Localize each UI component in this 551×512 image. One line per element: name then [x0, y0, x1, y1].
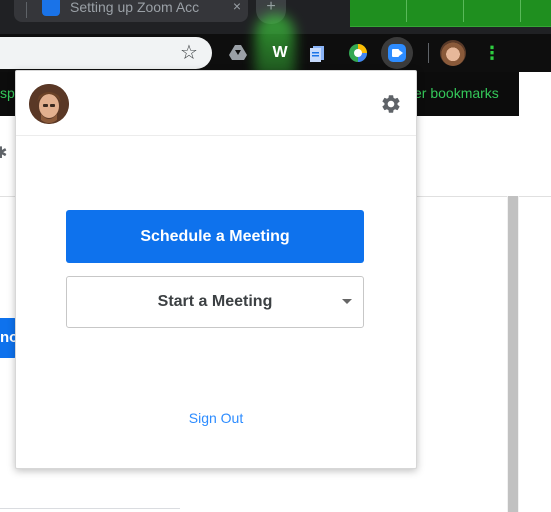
docs-icon[interactable] — [308, 43, 328, 63]
start-meeting-button[interactable]: Start a Meeting — [66, 276, 364, 328]
tab-separator — [26, 2, 27, 18]
settings-gear-icon[interactable] — [380, 93, 402, 115]
sign-out-link[interactable]: Sign Out — [166, 408, 266, 428]
tab-close-icon[interactable]: × — [230, 0, 244, 16]
page-divider — [0, 508, 180, 509]
window-control-divider — [406, 0, 407, 22]
bookmark-star-icon[interactable]: ☆ — [178, 42, 200, 64]
popup-header — [16, 71, 416, 136]
zoom-favicon-icon — [42, 0, 60, 16]
profile-avatar[interactable] — [440, 40, 466, 66]
chevron-down-icon — [342, 299, 352, 304]
page-gear-icon[interactable]: ✱ — [0, 146, 8, 162]
zoom-scheduler-icon[interactable] — [388, 44, 406, 62]
browser-menu-icon[interactable]: ⋮ — [482, 40, 502, 66]
toolbar-separator — [428, 43, 429, 63]
chrome-colors-icon[interactable] — [348, 43, 368, 63]
tab-title: Setting up Zoom Acc — [70, 0, 200, 15]
drive-icon[interactable] — [228, 43, 248, 63]
zoom-scheduler-popup: Schedule a Meeting Start a Meeting Sign … — [15, 70, 417, 469]
other-bookmarks[interactable]: er bookmarks — [414, 84, 518, 102]
avatar — [29, 84, 69, 124]
schedule-meeting-button[interactable]: Schedule a Meeting — [66, 210, 364, 263]
window-control-divider — [520, 0, 521, 22]
browser-tab[interactable]: Setting up Zoom Acc × — [14, 0, 248, 22]
w-extension-icon[interactable]: W — [270, 43, 290, 63]
window-control-divider — [463, 0, 464, 22]
window-controls — [350, 0, 551, 27]
scrollbar-thumb[interactable] — [508, 196, 518, 512]
start-meeting-dropdown[interactable] — [334, 276, 364, 328]
